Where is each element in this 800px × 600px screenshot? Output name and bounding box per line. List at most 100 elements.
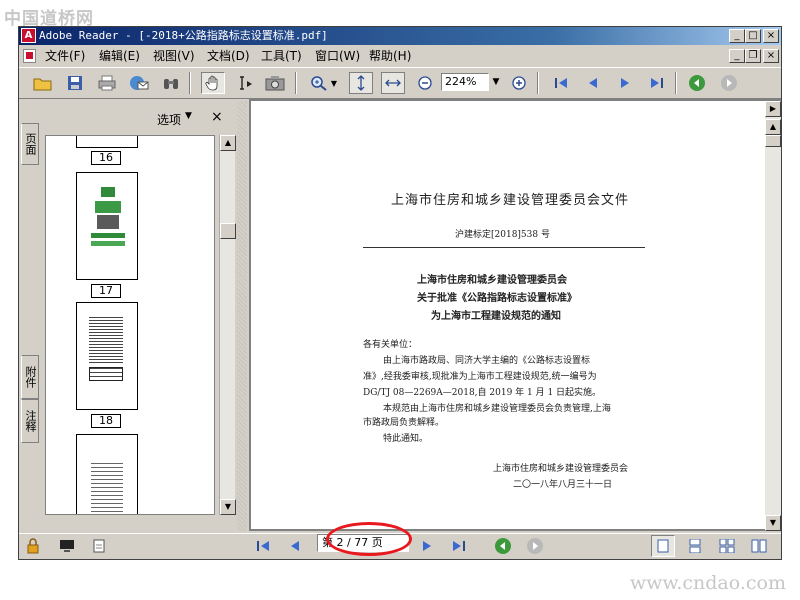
scroll-down-icon[interactable]: ▼: [220, 499, 236, 515]
go-forward-icon[interactable]: [717, 72, 741, 94]
previous-page-icon[interactable]: [283, 535, 307, 557]
toolbar-separator: [675, 72, 677, 94]
doc-close-button[interactable]: ×: [763, 49, 779, 63]
body-line-3: DG/TJ 08—2269A—2018,自 2019 年 1 月 1 日起实施。: [363, 388, 602, 398]
continuous-facing-view-icon[interactable]: [747, 535, 771, 557]
display-icon[interactable]: [55, 535, 79, 557]
close-button[interactable]: ×: [763, 29, 779, 43]
body-line-6: 特此通知。: [383, 434, 429, 444]
menu-window[interactable]: 窗口(W): [315, 49, 360, 63]
signature: 上海市住房和城乡建设管理委员会: [493, 464, 629, 474]
doc-header: 上海市住房和城乡建设管理委员会文件: [391, 193, 630, 208]
title-bar: A Adobe Reader - [-2018+公路指路标志设置标准.pdf] …: [19, 27, 781, 45]
body-line-1: 由上海市路政局、同济大学主编的《公路标志设置标: [383, 356, 591, 366]
first-page-icon[interactable]: [549, 72, 573, 94]
email-icon[interactable]: [127, 72, 151, 94]
select-text-icon[interactable]: [233, 72, 257, 94]
salutation: 各有关单位：: [363, 340, 418, 350]
save-icon[interactable]: [63, 72, 87, 94]
last-page-icon[interactable]: [447, 535, 471, 557]
zoom-level-input[interactable]: 224%: [441, 73, 489, 91]
maximize-button[interactable]: □: [745, 29, 761, 43]
scroll-up-icon[interactable]: ▲: [220, 135, 236, 151]
last-page-icon[interactable]: [645, 72, 669, 94]
snapshot-camera-icon[interactable]: [263, 72, 287, 94]
options-menu[interactable]: 选项: [157, 111, 181, 128]
adobe-reader-icon: A: [21, 28, 36, 43]
scroll-thumb[interactable]: [765, 135, 781, 147]
page-thumbnail[interactable]: [76, 136, 138, 148]
fit-width-icon[interactable]: [381, 72, 405, 94]
zoom-in-icon[interactable]: [507, 72, 531, 94]
menu-edit[interactable]: 编辑(E): [99, 49, 140, 63]
expand-pane-icon[interactable]: ▶: [765, 101, 781, 117]
next-page-icon[interactable]: [415, 535, 439, 557]
single-page-view-icon[interactable]: [651, 535, 675, 557]
doc-restore-button[interactable]: ❐: [745, 49, 761, 63]
notice-title-line-2: 关于批准《公路指路标志设置标准》: [417, 293, 577, 304]
page-thumbnail[interactable]: [76, 302, 138, 410]
zoom-out-icon[interactable]: [413, 72, 437, 94]
pane-splitter[interactable]: [237, 101, 247, 531]
hand-tool-icon[interactable]: [201, 72, 225, 94]
toolbar-separator: [295, 72, 297, 94]
tab-pages[interactable]: 页面: [21, 123, 39, 165]
menu-document[interactable]: 文档(D): [207, 49, 250, 63]
thumbnail-area-gap: [225, 131, 237, 137]
next-page-icon[interactable]: [613, 72, 637, 94]
page-thumbnail[interactable]: [76, 172, 138, 280]
notice-title-line-3: 为上海市工程建设规范的通知: [431, 311, 561, 322]
zoom-dropdown-arrow-icon[interactable]: ▼: [489, 73, 503, 91]
app-window: A Adobe Reader - [-2018+公路指路标志设置标准.pdf] …: [18, 26, 782, 560]
facing-view-icon[interactable]: [715, 535, 739, 557]
doc-minimize-button[interactable]: _: [729, 49, 745, 63]
continuous-view-icon[interactable]: [683, 535, 707, 557]
page-thumbnail[interactable]: [76, 434, 138, 514]
window-title: Adobe Reader - [-2018+公路指路标志设置标准.pdf]: [39, 29, 328, 42]
thumbnail-page-number: 17: [91, 284, 121, 298]
close-panel-button[interactable]: ×: [211, 109, 223, 125]
pdf-doc-icon[interactable]: [23, 49, 36, 63]
menu-help[interactable]: 帮助(H): [369, 49, 411, 63]
watermark-bottom: www.cndao.com: [629, 572, 786, 594]
options-dropdown-icon[interactable]: ▼: [185, 111, 192, 121]
menu-bar: 文件(F) 编辑(E) 视图(V) 文档(D) 工具(T) 窗口(W) 帮助(H…: [19, 46, 781, 66]
minimize-button[interactable]: _: [729, 29, 745, 43]
zoom-tool-dropdown-icon[interactable]: ▼: [329, 72, 339, 94]
lock-icon[interactable]: [21, 535, 45, 557]
scroll-thumb[interactable]: [220, 223, 236, 239]
toolbar: ▼ 224% ▼: [19, 67, 781, 99]
menu-view[interactable]: 视图(V): [153, 49, 195, 63]
body-line-2: 准》,经我委审核,现批准为上海市工程建设规范,统一编号为: [363, 372, 597, 382]
fit-page-icon[interactable]: [349, 72, 373, 94]
go-back-icon[interactable]: [685, 72, 709, 94]
menu-tools[interactable]: 工具(T): [261, 49, 302, 63]
tab-comments[interactable]: 注释: [21, 399, 39, 443]
open-icon[interactable]: [31, 72, 55, 94]
body-line-5: 市路政局负责解释。: [363, 418, 445, 428]
doc-header-rule: [363, 247, 645, 248]
doc-number: 沪建标定[2018]538 号: [455, 230, 550, 240]
tab-attachments[interactable]: 附件: [21, 355, 39, 399]
first-page-icon[interactable]: [251, 535, 275, 557]
toolbar-separator: [189, 72, 191, 94]
menu-file[interactable]: 文件(F): [45, 49, 85, 63]
scroll-up-icon[interactable]: ▲: [765, 119, 781, 135]
notice-title-line-1: 上海市住房和城乡建设管理委员会: [417, 275, 567, 286]
previous-page-icon[interactable]: [581, 72, 605, 94]
thumbnails-scrollbar[interactable]: ▲ ▼: [219, 135, 236, 515]
page-thumbnail-icon[interactable]: [87, 535, 111, 557]
zoom-in-tool-icon[interactable]: [307, 72, 331, 94]
print-icon[interactable]: [95, 72, 119, 94]
thumbnail-page-number: 16: [91, 151, 121, 165]
scroll-down-icon[interactable]: ▼: [765, 515, 781, 531]
go-forward-icon[interactable]: [523, 535, 547, 557]
pdf-page: 上海市住房和城乡建设管理委员会文件 沪建标定[2018]538 号 上海市住房和…: [251, 101, 769, 529]
signature-date: 二〇一八年八月三十一日: [513, 480, 613, 490]
search-binoculars-icon[interactable]: [159, 72, 183, 94]
body-line-4: 本规范由上海市住房和城乡建设管理委员会负责管理,上海: [383, 404, 611, 414]
go-back-icon[interactable]: [491, 535, 515, 557]
toolbar-separator: [537, 72, 539, 94]
thumbnail-page-number: 18: [91, 414, 121, 428]
document-scrollbar[interactable]: ▶ ▲ ▼: [765, 101, 781, 531]
